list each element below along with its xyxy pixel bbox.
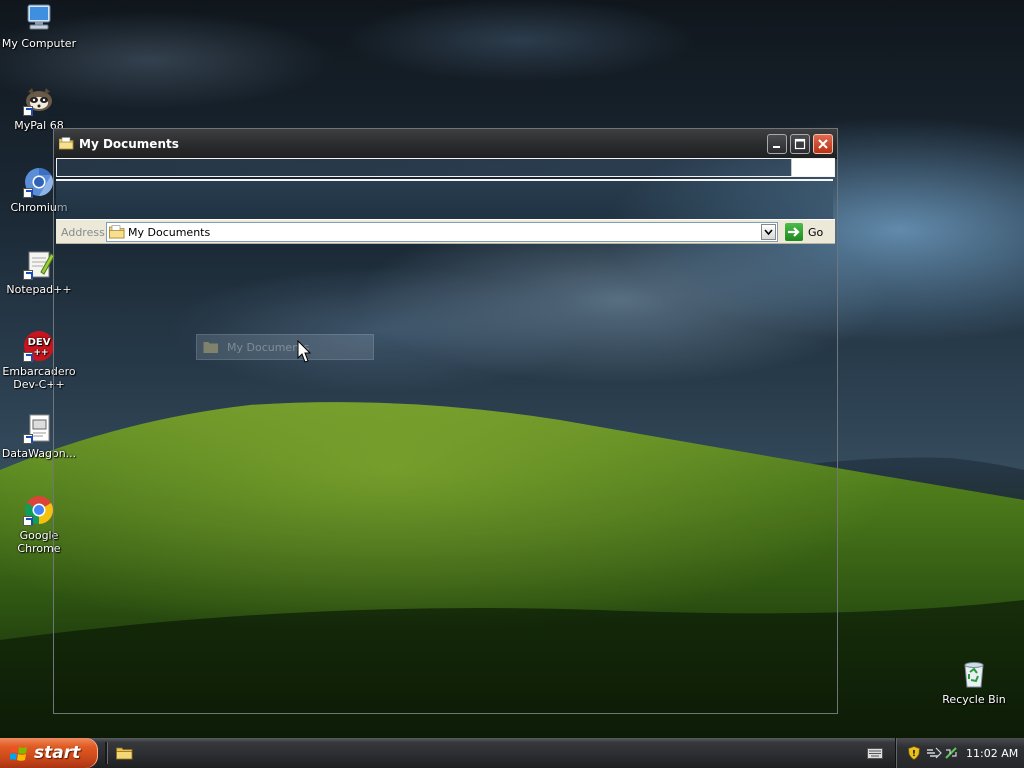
drag-ghost-item: My Documents (196, 334, 374, 360)
chevron-down-icon (764, 229, 773, 236)
address-dropdown-button[interactable] (761, 224, 776, 240)
shortcut-arrow-icon (23, 434, 33, 444)
window-titlebar[interactable]: My Documents (54, 129, 837, 159)
shortcut-arrow-icon (23, 188, 33, 198)
folder-content-area[interactable] (55, 245, 836, 712)
svg-text:DEV: DEV (28, 337, 51, 348)
recycle-bin-icon (958, 658, 990, 690)
close-button[interactable] (813, 134, 833, 154)
desktop-icon-mypal[interactable]: MyPal 68 (0, 84, 78, 132)
desktop-icon-label: My Computer (1, 37, 77, 50)
mypal-raccoon-icon (23, 84, 55, 116)
start-label: start (34, 743, 81, 763)
address-input[interactable]: My Documents (106, 222, 778, 242)
keyboard-icon[interactable] (867, 748, 883, 759)
quicklaunch-folder-icon[interactable] (116, 746, 133, 760)
folder-icon (58, 137, 74, 150)
address-value: My Documents (128, 226, 211, 239)
lan-connection-icon[interactable] (944, 746, 958, 760)
svg-text:++: ++ (33, 348, 48, 358)
desktop-icon-label: Recycle Bin (942, 693, 1006, 706)
devcpp-icon: DEV ++ (23, 330, 55, 362)
go-button[interactable]: Go (783, 222, 833, 242)
shortcut-arrow-icon (23, 270, 33, 280)
shortcut-arrow-icon (23, 106, 33, 116)
start-button[interactable]: start (0, 738, 98, 768)
chromium-icon (23, 166, 55, 198)
minimize-button[interactable] (767, 134, 787, 154)
menu-bar[interactable] (56, 158, 835, 177)
clock[interactable]: 11:02 AM (966, 747, 1018, 760)
maximize-icon (794, 138, 806, 150)
security-shield-icon[interactable]: ! (908, 746, 920, 760)
window-title: My Documents (79, 137, 179, 151)
desktop-icon-my-computer[interactable]: My Computer (0, 2, 78, 50)
close-icon (818, 139, 828, 149)
desktop-icon-recycle-bin[interactable]: Recycle Bin (935, 658, 1013, 706)
standard-toolbar[interactable] (56, 179, 833, 219)
folder-icon (109, 225, 125, 239)
shortcut-arrow-icon (23, 352, 33, 362)
go-arrow-icon (785, 223, 803, 241)
go-label: Go (808, 226, 824, 239)
address-label: Address (61, 226, 105, 239)
minimize-icon (773, 146, 780, 148)
menu-bar-throbber-area (791, 159, 834, 176)
notepadpp-icon (23, 248, 55, 280)
system-tray: ! 11:02 AM (895, 738, 1024, 768)
windows-logo-icon (9, 745, 28, 762)
folder-icon (203, 340, 219, 354)
svg-text:!: ! (912, 749, 916, 758)
address-bar: Address My Documents Go (56, 219, 835, 244)
quicklaunch-separator (105, 742, 108, 764)
my-documents-window[interactable]: My Documents Address My Documents Go (53, 128, 838, 714)
maximize-button[interactable] (790, 134, 810, 154)
datawagon-icon (23, 412, 55, 444)
mouse-cursor-icon (297, 340, 311, 363)
shortcut-arrow-icon (23, 516, 33, 526)
chrome-icon (23, 494, 55, 526)
computer-icon (23, 2, 55, 34)
taskbar: start ! 11:02 AM (0, 738, 1024, 768)
network-icon[interactable] (926, 746, 942, 760)
